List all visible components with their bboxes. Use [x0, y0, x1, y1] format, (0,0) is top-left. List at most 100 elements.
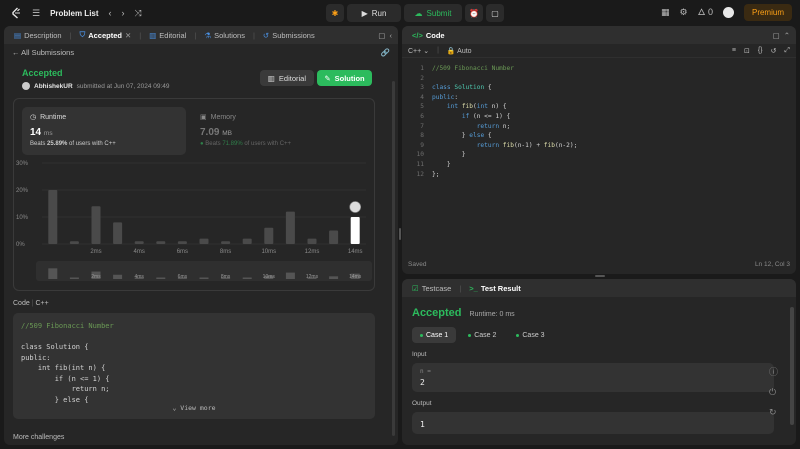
editorial-button[interactable]: ▥ Editorial: [259, 70, 314, 86]
user-avatar[interactable]: [722, 7, 734, 18]
flask-icon: ⚗: [204, 30, 212, 40]
close-tab-icon[interactable]: ✕: [125, 31, 131, 40]
code-lang-label: Code | C++: [13, 300, 49, 307]
y-tick-label: 20%: [16, 188, 29, 194]
pass-dot-icon: [468, 333, 472, 337]
overview-bar: [69, 277, 79, 279]
tab-testcase[interactable]: ☑ Testcase: [408, 284, 455, 293]
code-brackets-icon: </>: [412, 30, 423, 40]
case-1-tab[interactable]: Case 1: [412, 327, 457, 343]
bookmark-icon[interactable]: ⊡: [744, 47, 750, 55]
result-status: Accepted: [412, 307, 462, 319]
shuffle-icon[interactable]: ⤨: [135, 8, 142, 18]
line-number: 10: [416, 151, 424, 159]
save-status: Saved: [408, 261, 427, 268]
code-preview[interactable]: //509 Fibonacci Number class Solution { …: [13, 313, 375, 419]
chart-bar[interactable]: [91, 206, 101, 244]
prev-problem-icon[interactable]: ‹: [109, 8, 112, 18]
fullscreen-icon[interactable]: ⤢: [784, 47, 790, 55]
tab-accepted[interactable]: ⛉ Accepted ✕: [76, 30, 136, 40]
timer-button[interactable]: ⏰: [465, 4, 483, 22]
bug-icon: ✱: [331, 8, 339, 18]
collapse-icon[interactable]: ‹: [390, 31, 393, 40]
auto-mode-toggle[interactable]: 🔒 Auto: [447, 47, 472, 55]
problem-list-icon[interactable]: ☰: [32, 8, 40, 18]
author-avatar[interactable]: [22, 82, 30, 90]
runtime-card[interactable]: ◷ Runtime 14 ms Beats 25.89% of users wit…: [22, 107, 186, 155]
note-icon: ▢: [491, 8, 499, 18]
chart-bar[interactable]: [113, 222, 123, 244]
x-tick-label: 12ms: [305, 249, 320, 255]
runtime-distribution-chart[interactable]: 30% 20% 10% 0% 2ms 4ms 6ms 8ms 10ms 12ms 14ms 2ms 4m…: [14, 159, 376, 289]
maximize-icon[interactable]: ▢: [773, 31, 780, 40]
chart-bar[interactable]: [69, 241, 79, 244]
tab-description[interactable]: ▤ Description: [10, 31, 66, 40]
case-2-tab[interactable]: Case 2: [460, 327, 504, 343]
layout-grid-icon[interactable]: ▦: [661, 8, 670, 17]
chart-bar[interactable]: [48, 190, 58, 244]
maximize-icon[interactable]: ▢: [378, 31, 385, 40]
right-scrollbar[interactable]: [790, 307, 794, 425]
chart-bar[interactable]: [307, 238, 317, 244]
overview-bar: [113, 274, 123, 279]
notes-button[interactable]: ▢: [486, 4, 504, 22]
view-more-button[interactable]: ⌄ View more: [13, 403, 375, 414]
streak-fire-icon[interactable]: 🜂 0: [698, 8, 713, 17]
code-line: return n;: [476, 122, 511, 130]
leetcode-logo-icon[interactable]: [10, 7, 22, 19]
run-button[interactable]: ▶ Run: [347, 4, 401, 22]
tab-code[interactable]: </> Code: [408, 31, 449, 40]
x-tick-label: 14ms: [348, 249, 363, 255]
chart-bar[interactable]: [329, 230, 339, 245]
tab-editorial[interactable]: ▥ Editorial: [145, 31, 190, 40]
horizontal-resize-handle[interactable]: [595, 275, 605, 277]
pass-dot-icon: [516, 333, 520, 337]
vertical-resize-handle[interactable]: [399, 228, 401, 240]
tab-test-result[interactable]: >_ Test Result: [465, 284, 524, 293]
case-3-tab[interactable]: Case 3: [508, 327, 552, 343]
y-tick-label: 30%: [16, 161, 29, 167]
x-tick-label: 2ms: [90, 249, 101, 255]
input-box[interactable]: n = 2: [412, 363, 774, 392]
refresh-icon[interactable]: ↻: [769, 407, 778, 418]
test-tabs: ☑ Testcase | >_ Test Result: [402, 279, 796, 297]
info-icon[interactable]: ⓘ: [769, 365, 778, 378]
solution-button[interactable]: ✎ Solution: [317, 70, 372, 86]
chart-bar-highlight[interactable]: [350, 217, 360, 244]
chart-bar[interactable]: [264, 227, 274, 244]
chart-bar[interactable]: [134, 241, 144, 244]
premium-button[interactable]: Premium: [743, 4, 792, 21]
chart-bar[interactable]: [199, 238, 209, 244]
history-icon: ↺: [262, 30, 270, 40]
share-link-icon[interactable]: 🔗: [381, 48, 390, 57]
left-scrollbar[interactable]: [392, 81, 395, 436]
tab-solutions[interactable]: ⚗ Solutions: [200, 31, 249, 40]
collapse-icon[interactable]: ⌃: [784, 31, 790, 40]
next-problem-icon[interactable]: ›: [122, 8, 125, 18]
tab-submissions[interactable]: ↺ Submissions: [259, 31, 319, 40]
author-name[interactable]: AbhishekUR: [34, 83, 73, 90]
line-number: 5: [420, 103, 424, 111]
memory-card[interactable]: ▣ Memory 7.09 MB ● Beats 71.89% of users …: [196, 107, 356, 155]
chart-bar[interactable]: [285, 211, 295, 244]
x-tick-label: 6ms: [177, 249, 188, 255]
output-box[interactable]: 1: [412, 412, 774, 434]
debug-button[interactable]: ✱: [326, 4, 344, 22]
problem-list-link[interactable]: Problem List: [50, 9, 98, 18]
more-challenges[interactable]: More challenges: [13, 434, 64, 441]
format-icon[interactable]: ≡: [732, 47, 736, 54]
submit-button[interactable]: ☁ Submit: [404, 4, 462, 22]
all-submissions-link[interactable]: ← All Submissions: [12, 48, 74, 57]
power-icon[interactable]: ⏻: [769, 387, 778, 398]
braces-icon[interactable]: {}: [758, 47, 763, 54]
line-number: 12: [416, 170, 424, 178]
reset-icon[interactable]: ↺: [771, 47, 777, 55]
chart-bar[interactable]: [177, 241, 187, 244]
chart-bar[interactable]: [221, 241, 231, 244]
settings-gear-icon[interactable]: ⚙: [680, 8, 688, 17]
language-select[interactable]: C++ ⌄: [408, 47, 429, 55]
line-number: 9: [420, 141, 424, 149]
chart-bar[interactable]: [242, 238, 252, 244]
chevron-down-icon: ⌄: [172, 403, 177, 412]
chart-bar[interactable]: [156, 241, 166, 244]
